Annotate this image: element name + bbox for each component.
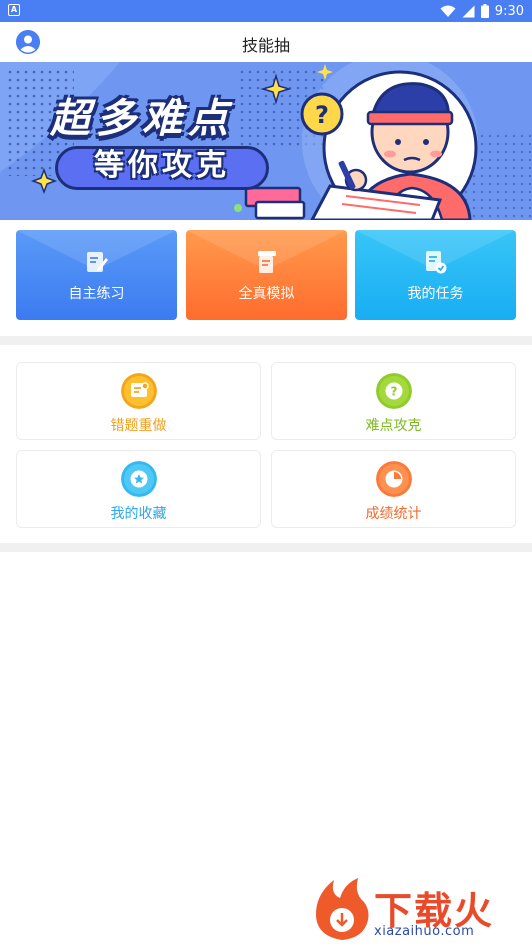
mock-exam-label: 全真模拟 [238, 286, 295, 302]
page-title: 技能抽 [241, 36, 290, 55]
section-divider [0, 543, 532, 552]
task-check-icon [425, 251, 446, 274]
my-favorites-button[interactable]: 我的收藏 [16, 450, 261, 528]
redo-card-icon [120, 373, 157, 409]
site-watermark: 下载火 xiazaihuo.com [312, 876, 528, 942]
svg-text:?: ? [315, 101, 329, 129]
notification-icon: A [8, 4, 20, 16]
cellular-signal-icon [462, 5, 475, 17]
question-icon: ? [375, 373, 412, 409]
my-tasks-label: 我的任务 [407, 286, 464, 302]
score-statistics-label: 成绩统计 [365, 506, 422, 522]
battery-icon [480, 4, 489, 18]
status-indicators: 9:30 [440, 2, 524, 20]
my-favorites-label: 我的收藏 [110, 506, 167, 522]
practice-button[interactable]: 自主练习 [16, 230, 177, 320]
wifi-icon [440, 5, 456, 17]
pie-chart-icon [375, 461, 412, 497]
clock-time: 9:30 [494, 3, 524, 19]
edit-document-icon [86, 252, 108, 272]
exam-paper-icon [257, 251, 276, 273]
flame-logo-icon [316, 878, 369, 940]
section-divider [0, 336, 532, 345]
card-decoration [186, 230, 347, 270]
my-tasks-button[interactable]: 我的任务 [355, 230, 516, 320]
mock-exam-button[interactable]: 全真模拟 [186, 230, 347, 320]
card-decoration [16, 230, 177, 270]
status-bar: A 9:30 [0, 0, 532, 22]
star-icon [120, 461, 157, 497]
difficulty-breakthrough-label: 难点攻克 [365, 418, 422, 434]
difficulty-breakthrough-button[interactable]: ? 难点攻克 [271, 362, 516, 440]
banner-subline: 等你攻克 [94, 148, 230, 183]
watermark-url: xiazaihuo.com [374, 924, 475, 939]
score-statistics-button[interactable]: 成绩统计 [271, 450, 516, 528]
app-bar: 技能抽 [0, 22, 532, 62]
practice-label: 自主练习 [68, 286, 125, 302]
promo-banner[interactable]: ? 超多难点 等你攻克 [0, 62, 532, 220]
wrong-question-redo-label: 错题重做 [110, 418, 167, 434]
card-decoration [355, 230, 516, 270]
top-action-cards: 自主练习 全真模拟 我的任务 [16, 230, 516, 322]
app-screen: A 9:30 技能抽 ? 超多难点 等你攻克 自主练习 全真模拟 我的任务 错题… [0, 0, 532, 946]
wrong-question-redo-button[interactable]: 错题重做 [16, 362, 261, 440]
banner-headline: 超多难点 [50, 96, 234, 142]
svg-text:?: ? [390, 385, 397, 399]
